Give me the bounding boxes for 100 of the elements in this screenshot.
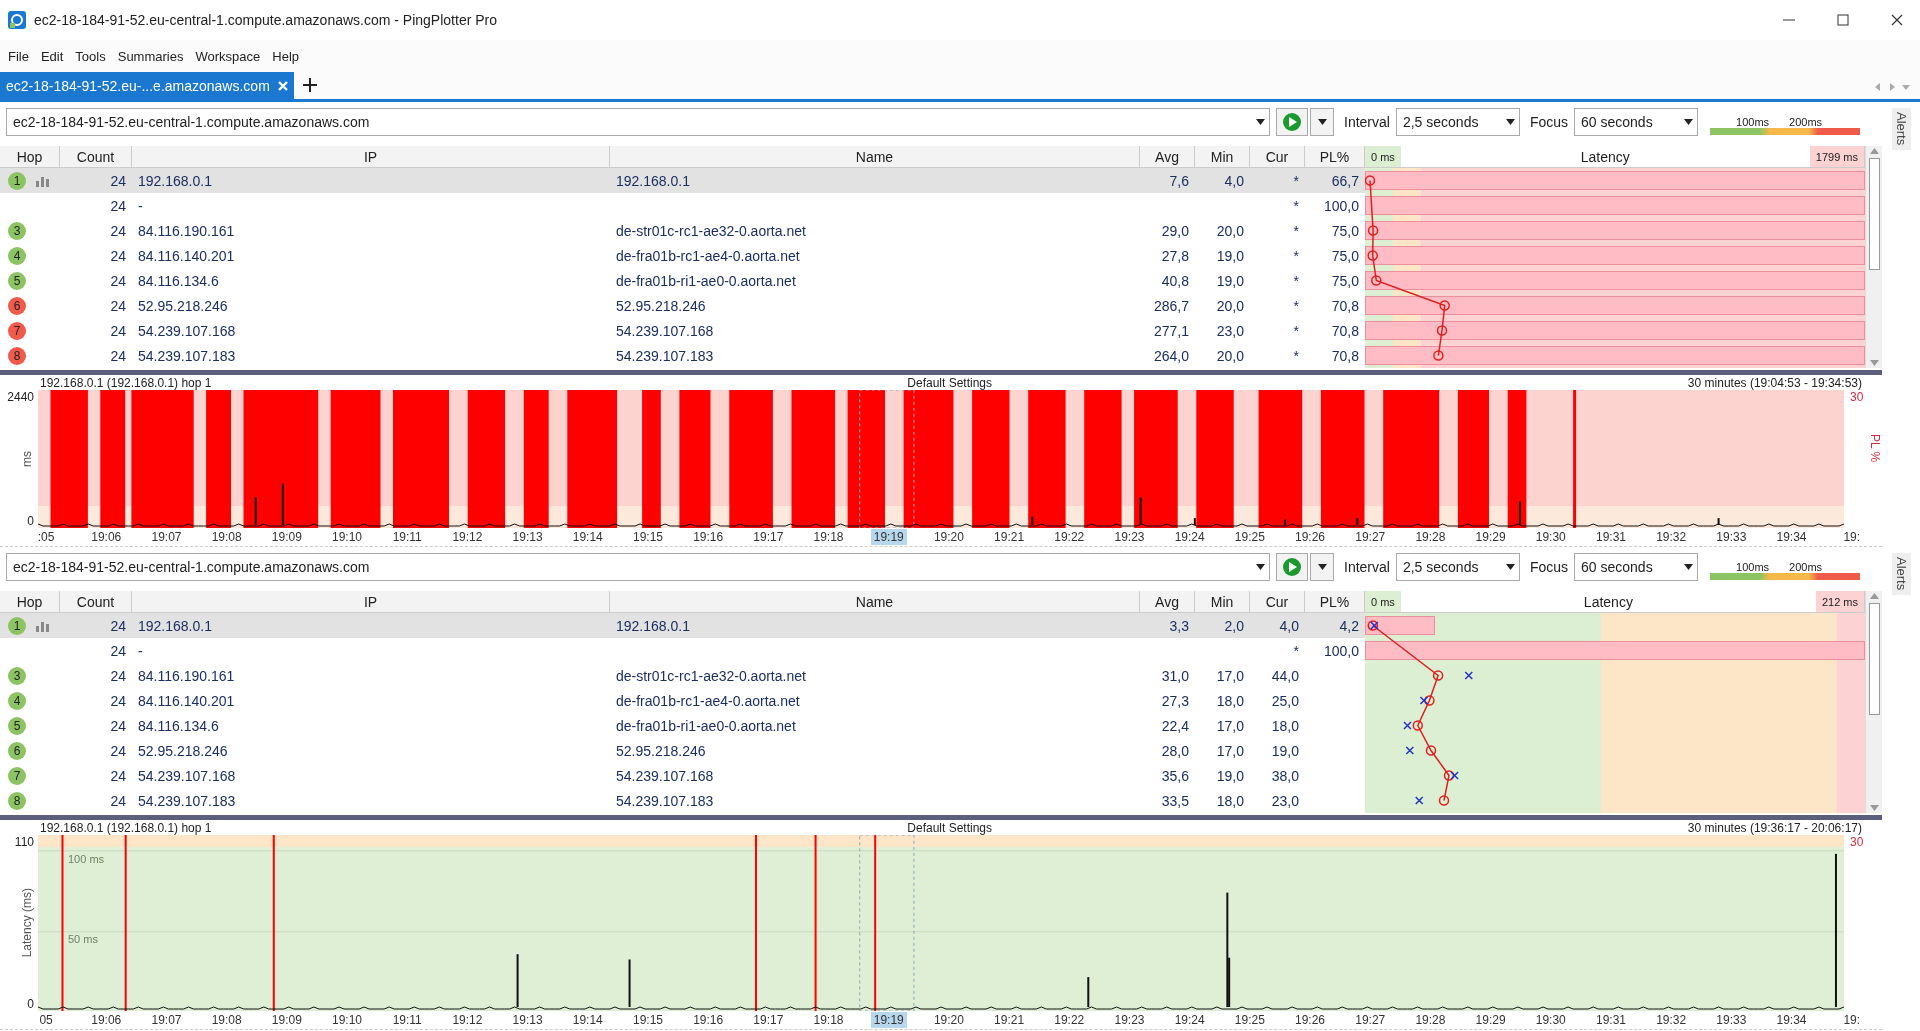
average-marker <box>1367 225 1379 236</box>
packet-loss-bar <box>1365 616 1435 635</box>
dropdown-button[interactable] <box>1310 553 1334 581</box>
scroll-thumb[interactable] <box>1868 158 1880 270</box>
dropdown-icon[interactable] <box>1505 564 1515 570</box>
play-button[interactable] <box>1276 108 1308 136</box>
scroll-up-icon[interactable] <box>1869 148 1879 154</box>
table-row[interactable]: 8 24 54.239.107.183 54.239.107.183 264,0 20,0 * 70,8 <box>0 343 1865 368</box>
table-row[interactable]: 1 24 192.168.0.1 192.168.0.1 3,3 2,0 4,0 4,2 <box>0 613 1865 638</box>
ip-cell-text: 84.116.140.201 <box>137 246 236 266</box>
scroll-left-icon[interactable] <box>1874 83 1882 91</box>
play-button[interactable] <box>1276 553 1308 581</box>
bar-chart-icon[interactable] <box>36 619 50 632</box>
scroll-thumb[interactable] <box>1868 603 1880 715</box>
time-label: 19:12 <box>451 1012 484 1028</box>
axis-label: 2440 <box>7 390 34 404</box>
scroll-up-icon[interactable] <box>1869 593 1879 599</box>
dropdown-icon[interactable] <box>1684 564 1694 570</box>
menu-item[interactable]: Summaries <box>111 44 190 68</box>
time-label: 19:16 <box>692 1012 725 1028</box>
hop-number: 3 <box>8 666 26 685</box>
axis-label: 0 <box>27 997 34 1011</box>
table-row[interactable]: 6 24 52.95.218.246 52.95.218.246 28,0 17,0 19,0 <box>0 738 1865 763</box>
column-header[interactable]: Min <box>1195 146 1250 168</box>
column-header[interactable]: IP <box>132 591 610 613</box>
column-header[interactable]: Latency <box>1580 148 1630 165</box>
dropdown-field[interactable]: ec2-18-184-91-52.eu-central-1.compute.amazonaws.com <box>6 108 1270 136</box>
avg-cell: 7,6 <box>1140 168 1195 193</box>
scroll-right-icon[interactable] <box>1888 83 1896 91</box>
column-header[interactable]: Cur <box>1250 146 1305 168</box>
table-row[interactable]: 5 24 84.116.134.6 de-fra01b-ri1-ae0-0.aorta.net 22,4 17,0 18,0 <box>0 713 1865 738</box>
bar-chart-icon[interactable] <box>36 174 50 187</box>
gridline-label: 100 ms <box>68 853 105 865</box>
time-label: 19:11 <box>391 529 423 545</box>
dropdown-field[interactable]: 2,5 seconds <box>1395 108 1520 136</box>
menu-item[interactable]: Tools <box>69 44 112 68</box>
table-row[interactable]: 7 24 54.239.107.168 54.239.107.168 277,1 23,0 * 70,8 <box>0 318 1865 343</box>
dropdown-field[interactable]: 2,5 seconds <box>1395 553 1520 581</box>
column-header[interactable]: Cur <box>1250 591 1305 613</box>
avg-cell-text: 286,7 <box>1152 296 1190 316</box>
dropdown-field[interactable]: ec2-18-184-91-52.eu-central-1.compute.amazonaws.com <box>6 553 1270 581</box>
column-header[interactable]: Avg <box>1140 146 1195 168</box>
table-row[interactable]: 7 24 54.239.107.168 54.239.107.168 35,6 19,0 38,0 <box>0 763 1865 788</box>
dropdown-icon[interactable] <box>1256 119 1265 125</box>
average-marker <box>1412 720 1424 731</box>
dropdown-icon[interactable] <box>1684 119 1694 125</box>
dropdown-button[interactable] <box>1310 108 1334 136</box>
column-header[interactable]: Hop <box>0 591 60 613</box>
tab[interactable]: ec2-18-184-91-52.eu-...e.amazonaws.com <box>0 72 294 99</box>
column-header[interactable]: Name <box>610 146 1140 168</box>
table-row[interactable]: 6 24 52.95.218.246 52.95.218.246 286,7 20,0 * 70,8 <box>0 293 1865 318</box>
time-label: 19:17 <box>752 529 785 545</box>
legend-label: 100ms <box>1736 561 1770 573</box>
dropdown-icon[interactable] <box>1505 119 1515 125</box>
dropdown-field[interactable]: 60 seconds <box>1574 108 1699 136</box>
count-cell-text: 24 <box>109 246 127 266</box>
table-row[interactable]: 24 - * 100,0 <box>0 638 1865 663</box>
column-header[interactable]: Name <box>610 591 1140 613</box>
close-tab-icon[interactable] <box>277 80 288 91</box>
average-marker <box>1439 300 1450 311</box>
table-row[interactable]: 5 24 84.116.134.6 de-fra01b-ri1-ae0-0.aorta.net 40,8 19,0 * 75,0 <box>0 268 1865 293</box>
dropdown-field[interactable]: 60 seconds <box>1574 553 1699 581</box>
dropdown-icon[interactable] <box>1256 564 1265 570</box>
column-header[interactable]: IP <box>132 146 610 168</box>
scroll-down-icon[interactable] <box>1869 360 1879 366</box>
menu-item[interactable]: Workspace <box>189 44 267 68</box>
alerts-tab[interactable]: Alerts <box>1891 553 1911 595</box>
latency-max-label: 1799 ms <box>1809 146 1864 167</box>
menu-item[interactable]: Help <box>266 44 305 68</box>
column-header[interactable]: Min <box>1195 591 1250 613</box>
table-row[interactable]: 4 24 84.116.140.201 de-fra01b-rc1-ae4-0.aorta.net 27,3 18,0 25,0 <box>0 688 1865 713</box>
tab-list-icon[interactable] <box>1902 83 1910 91</box>
time-label: 19:23 <box>1113 1012 1146 1028</box>
maximize-icon[interactable] <box>1837 14 1849 26</box>
column-header[interactable]: Avg <box>1140 591 1195 613</box>
column-header[interactable]: Count <box>60 146 132 168</box>
menu-item[interactable]: File <box>2 44 35 68</box>
hop-number: 4 <box>8 246 26 265</box>
time-label: 19:20 <box>932 529 965 545</box>
scroll-down-icon[interactable] <box>1869 805 1879 811</box>
time-label: 19:18 <box>812 1012 845 1028</box>
table-row[interactable]: 3 24 84.116.190.161 de-str01c-rc1-ae32-0.aorta.net 29,0 20,0 * 75,0 <box>0 218 1865 243</box>
cur-cell-text: 18,0 <box>1270 716 1300 736</box>
cur-cell-text: 44,0 <box>1270 666 1300 686</box>
column-header[interactable]: PL% <box>1305 146 1365 168</box>
table-row[interactable]: 4 24 84.116.140.201 de-fra01b-rc1-ae4-0.aorta.net 27,8 19,0 * 75,0 <box>0 243 1865 268</box>
alerts-tab[interactable]: Alerts <box>1891 108 1911 150</box>
table-row[interactable]: 8 24 54.239.107.183 54.239.107.183 33,5 18,0 23,0 <box>0 788 1865 813</box>
close-icon[interactable] <box>1891 14 1903 26</box>
column-header[interactable]: Count <box>60 591 132 613</box>
column-header[interactable]: Hop <box>0 146 60 168</box>
column-header[interactable]: PL% <box>1305 591 1365 613</box>
count-cell: 24 <box>60 613 132 638</box>
table-row[interactable]: 24 - * 100,0 <box>0 193 1865 218</box>
menu-item[interactable]: Edit <box>34 44 70 68</box>
scrollbar[interactable] <box>1865 591 1882 813</box>
scrollbar[interactable] <box>1865 146 1882 368</box>
table-row[interactable]: 1 24 192.168.0.1 192.168.0.1 7,6 4,0 * 66,7 <box>0 168 1865 193</box>
table-row[interactable]: 3 24 84.116.190.161 de-str01c-rc1-ae32-0.aorta.net 31,0 17,0 44,0 <box>0 663 1865 688</box>
column-header[interactable]: Latency <box>1583 593 1633 610</box>
